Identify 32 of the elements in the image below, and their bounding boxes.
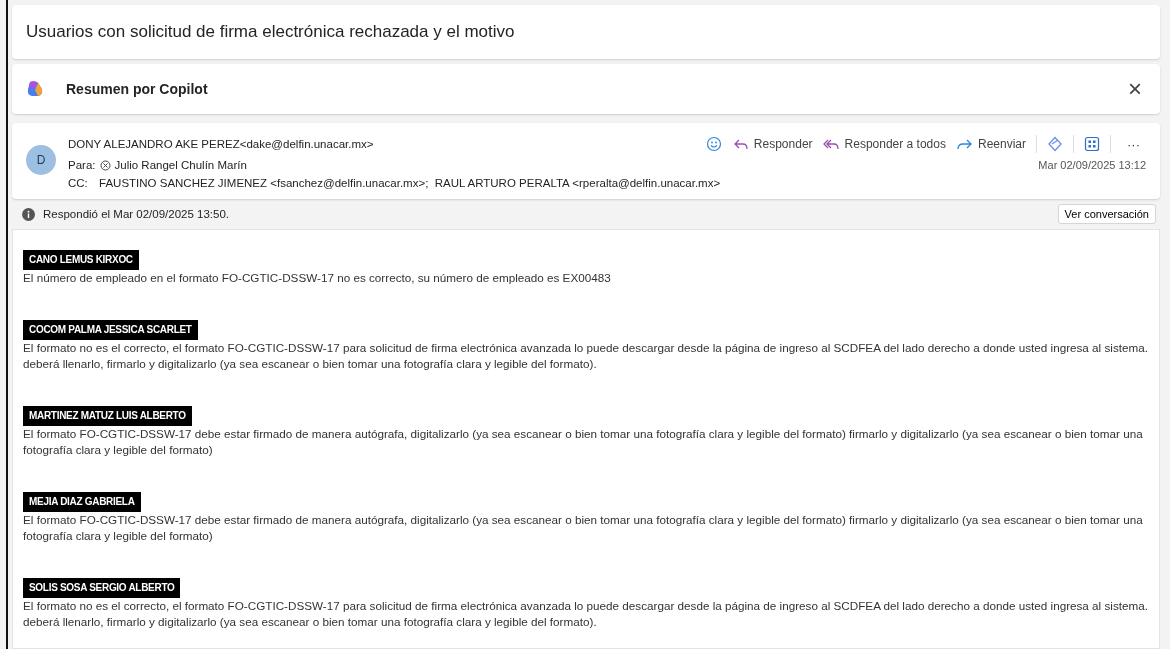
cc-label: CC: [68, 177, 88, 189]
rejection-reason: El número de empleado en el formato FO-CGTIC-DSSW-17 no es correcto, su número de empleado es EX00483 [23, 270, 612, 286]
reply-all-button[interactable]: Responder a todos [822, 136, 946, 152]
replied-notice: Respondió el Mar 02/09/2025 13:50. [43, 208, 230, 220]
user-name: SOLIS SOSA SERGIO ALBERTO [23, 578, 181, 598]
rejection-reason: El formato no es el correcto, el formato FO-CGTIC-DSSW-17 para solicitud de firma electrónica avanzada lo puede descargar desde la página de ingreso al SCDFEA del lado derecho a donde usted ingresa al sistema. deberá llenarlo, firmarlo y digitalizarlo (ya sea escanear o bien tomar una fotografía clara y legible del formato). [23, 340, 1149, 372]
close-button[interactable]: × [1124, 79, 1146, 99]
rejection-reason: El formato FO-CGTIC-DSSW-17 debe estar firmado de manera autógrafa, digitalizarlo (ya sea escanear o bien tomar una fotografía clara y legible del formato) firmarlo y digitalizarlo (ya sea escanear o bien tomar una fotografía clara y legible del formato) [23, 426, 1144, 458]
copilot-logo-icon [26, 80, 44, 98]
cc-recipients: FAUSTINO SANCHEZ JIMENEZ <fsanchez@delfin.unacar.mx>; RAUL ARTURO PERALTA <rperalta@delfin.unacar.mx> [99, 177, 721, 189]
page-title: Usuarios con solicitud de firma electrónica rechazada y el motivo [12, 5, 1160, 59]
user-name: MARTINEZ MATUZ LUIS ALBERTO [23, 406, 192, 426]
sent-date: Mar 02/09/2025 13:12 [1038, 159, 1146, 171]
reply-button[interactable]: Responder [731, 136, 813, 152]
to-label: Para: [68, 159, 96, 171]
apps-grid-icon[interactable] [1084, 136, 1100, 152]
blocked-circle-icon [99, 159, 111, 171]
forward-button[interactable]: Reenviar [955, 136, 1026, 152]
info-icon [22, 207, 35, 221]
user-name: COCOM PALMA JESSICA SCARLET [23, 320, 198, 340]
rejection-reason: El formato FO-CGTIC-DSSW-17 debe estar firmado de manera autógrafa, digitalizarlo (ya sea escanear o bien tomar una fotografía clara y legible del formato) firmarlo y digitalizarlo (ya sea escanear o bien tomar una fotografía clara y legible del formato) [23, 512, 1144, 544]
sender-address: DONY ALEJANDRO AKE PEREZ<dake@delfin.unacar.mx> [68, 138, 374, 150]
emoji-icon[interactable] [705, 136, 722, 152]
recipient-name[interactable]: Julio Rangel Chulín Marín [114, 159, 247, 171]
more-options-button[interactable]: ··· [1121, 136, 1146, 152]
copilot-summary-label[interactable]: Resumen por Copilot [66, 81, 1102, 97]
view-conversation-button[interactable]: Ver conversación [1057, 204, 1156, 224]
sender-avatar: D [26, 145, 56, 175]
user-name: MEJIA DIAZ GABRIELA [23, 492, 141, 512]
diamond-icon[interactable] [1047, 136, 1063, 152]
user-name: CANO LEMUS KIRXOC [23, 250, 139, 270]
rejection-reason: El formato no es el correcto, el formato FO-CGTIC-DSSW-17 para solicitud de firma electrónica avanzada lo puede descargar desde la página de ingreso al SCDFEA del lado derecho a donde usted ingresa al sistema. deberá llenarlo, firmarlo y digitalizarlo (ya sea escanear o bien tomar una fotografía clara y legible del formato). [23, 598, 1149, 630]
